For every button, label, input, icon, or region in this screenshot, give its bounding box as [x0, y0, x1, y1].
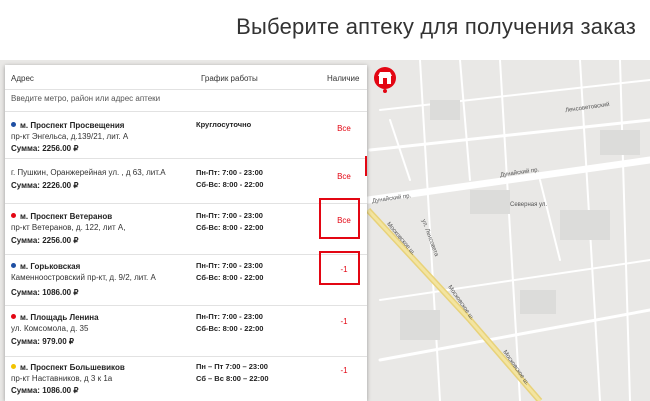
store-icon	[378, 72, 392, 84]
schedule-line: Пн-Пт: 7:00 - 23:00	[196, 312, 263, 321]
availability-value: Все	[337, 172, 351, 181]
order-sum: Сумма: 2256.00 ₽	[11, 144, 79, 153]
metro-station: м. Горьковская	[11, 262, 80, 271]
schedule-line: Пн-Пт: 7:00 - 23:00	[196, 211, 263, 220]
metro-station: м. Площадь Ленина	[11, 313, 99, 322]
map-label-street: Северная ул.	[510, 202, 548, 208]
order-sum: Сумма: 979.00 ₽	[11, 337, 74, 346]
metro-line-dot-icon	[11, 213, 16, 218]
page-title: Выберите аптеку для получения заказ	[236, 14, 636, 39]
list-item[interactable]: м. Проспект Просвещения пр-кт Энгельса, …	[5, 112, 367, 159]
order-sum: Сумма: 1086.00 ₽	[11, 386, 79, 395]
metro-name: м. Проспект Ветеранов	[20, 212, 113, 221]
list-item[interactable]: м. Площадь Ленина ул. Комсомола, д. 35 С…	[5, 306, 367, 357]
order-sum: Сумма: 2226.00 ₽	[11, 181, 79, 190]
schedule-line: Круглосуточно	[196, 120, 252, 129]
metro-station: м. Проспект Ветеранов	[11, 212, 112, 221]
metro-station: м. Проспект Большевиков	[11, 363, 125, 372]
pin-tail	[383, 89, 387, 93]
metro-line-dot-icon	[11, 364, 16, 369]
highlight-box	[319, 198, 360, 239]
availability-value: -1	[340, 366, 348, 375]
list-item[interactable]: г. Пушкин, Оранжерейная ул. , д 63, лит.…	[5, 159, 367, 204]
availability-value: Все	[337, 124, 351, 133]
metro-line-dot-icon	[11, 314, 16, 319]
pharmacy-address: г. Пушкин, Оранжерейная ул. , д 63, лит.…	[11, 168, 166, 177]
pharmacy-address: Каменноостровский пр-кт, д. 9/2, лит. А	[11, 273, 156, 282]
metro-line-dot-icon	[11, 122, 16, 127]
metro-line-dot-icon	[11, 263, 16, 268]
pharmacy-pin-icon[interactable]	[374, 67, 396, 89]
list-header: Адрес График работы Наличие	[5, 65, 367, 90]
metro-name: м. Проспект Большевиков	[20, 363, 125, 372]
metro-name: м. Горьковская	[20, 262, 81, 271]
header-schedule: График работы	[201, 74, 258, 83]
schedule-line: Пн – Пт 7:00 – 23:00	[196, 362, 268, 371]
list-item[interactable]: м. Проспект Большевиков пр-кт Наставнико…	[5, 357, 367, 401]
list-item[interactable]: м. Проспект Ветеранов пр-кт Ветеранов, д…	[5, 204, 367, 255]
pharmacy-address: пр-кт Ветеранов, д. 122, лит А,	[11, 223, 126, 232]
highlight-box	[319, 251, 360, 285]
schedule-line: Сб-Вс: 8:00 - 22:00	[196, 324, 264, 333]
schedule-line: Сб-Вс: 8:00 - 22:00	[196, 180, 264, 189]
schedule-line: Сб-Вс: 8:00 - 22:00	[196, 273, 264, 282]
schedule-line: Сб-Вс: 8:00 - 22:00	[196, 223, 264, 232]
schedule-line: Пн-Пт: 7:00 - 23:00	[196, 168, 263, 177]
metro-name: м. Проспект Просвещения	[20, 121, 125, 130]
order-sum: Сумма: 1086.00 ₽	[11, 288, 79, 297]
schedule-line: Пн-Пт: 7:00 - 23:00	[196, 261, 263, 270]
order-sum: Сумма: 2256.00 ₽	[11, 236, 79, 245]
pharmacy-list-panel: Адрес График работы Наличие м. Проспект …	[5, 65, 367, 401]
pharmacy-address: пр-кт Наставников, д 3 к 1а	[11, 374, 113, 383]
pharmacy-address: ул. Комсомола, д. 35	[11, 324, 89, 333]
pharmacy-search-input[interactable]	[11, 94, 351, 103]
availability-value: -1	[340, 317, 348, 326]
metro-station: м. Проспект Просвещения	[11, 121, 124, 130]
header-availability: Наличие	[327, 74, 360, 83]
list-item[interactable]: м. Горьковская Каменноостровский пр-кт, …	[5, 255, 367, 306]
pharmacy-address: пр-кт Энгельса, д.139/21, лит. А	[11, 132, 129, 141]
metro-name: м. Площадь Ленина	[20, 313, 99, 322]
header-address: Адрес	[11, 74, 34, 83]
schedule-line: Сб – Вс 8:00 – 22:00	[196, 374, 269, 383]
scrollbar-thumb[interactable]	[365, 156, 367, 176]
